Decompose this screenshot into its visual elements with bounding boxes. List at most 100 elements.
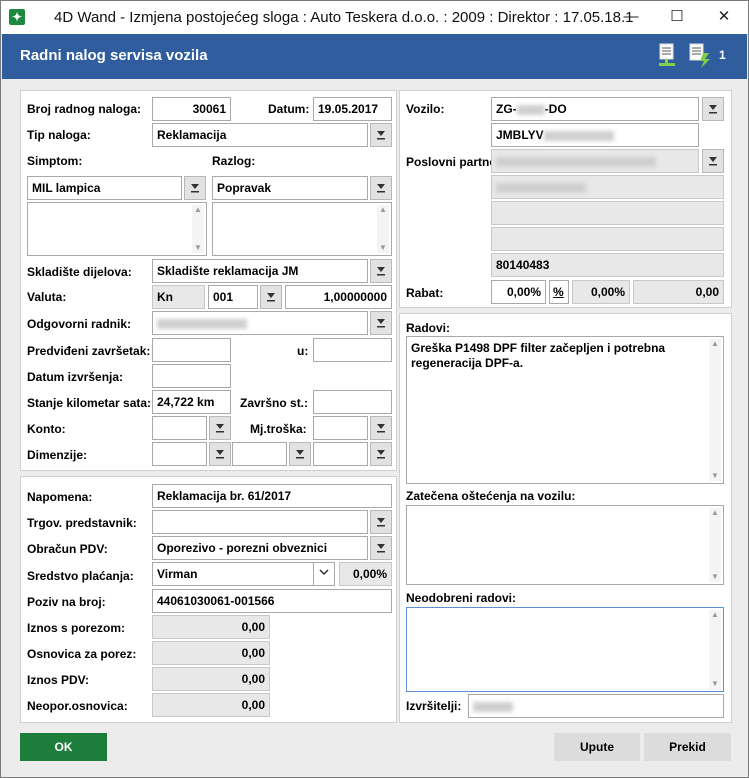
scrollbar[interactable]: ▲ ▼ [709, 508, 721, 582]
document-flash-icon[interactable] [688, 43, 712, 69]
mjtroska-field[interactable] [313, 416, 368, 440]
ostecenja-textarea[interactable]: ▲ ▼ [406, 505, 724, 585]
radovi-text: Greška P1498 DPF filter začepljen i potr… [411, 341, 666, 370]
dimenzije1-dropdown-icon[interactable] [209, 442, 231, 466]
valuta-num-field[interactable]: 001 [208, 285, 258, 309]
valuta-dropdown-icon[interactable] [260, 285, 282, 309]
app-window: ✦ 4D Wand - Izmjena postojećeg sloga : A… [0, 0, 749, 778]
vin-prefix: JMBLYV [496, 128, 544, 142]
datum-field[interactable]: 19.05.2017 [313, 97, 392, 121]
rabat-pct-field[interactable]: 0,00% [491, 280, 546, 304]
datum-izvrsenja-label: Datum izvršenja: [27, 370, 124, 384]
iznos-label: Iznos s porezom: [27, 621, 126, 635]
konto-dropdown-icon[interactable] [209, 416, 231, 440]
maximize-button[interactable]: ☐ [654, 1, 700, 32]
left-payment-panel: Napomena: Reklamacija br. 61/2017 Trgov.… [20, 476, 397, 723]
u-field[interactable] [313, 338, 392, 362]
neopor-field: 0,00 [152, 693, 270, 717]
partner-line2-field [491, 201, 724, 225]
upute-button[interactable]: Upute [554, 733, 640, 761]
valuta-code-field: Kn [152, 285, 205, 309]
tip-label: Tip naloga: [27, 128, 91, 142]
izvrsitelji-field[interactable] [468, 694, 724, 718]
napomena-field[interactable]: Reklamacija br. 61/2017 [152, 484, 392, 508]
km-field[interactable]: 24,722 km [152, 390, 231, 414]
broj-label: Broj radnog naloga: [27, 102, 141, 116]
dimenzije3-dropdown-icon[interactable] [370, 442, 392, 466]
razlog-field[interactable]: Popravak [212, 176, 368, 200]
app-logo-icon: ✦ [9, 9, 25, 25]
osnovica-label: Osnovica za porez: [27, 647, 137, 661]
scrollbar[interactable]: ▲ ▼ [709, 610, 721, 689]
vin-field[interactable]: JMBLYV [491, 123, 699, 147]
vozilo-label: Vozilo: [406, 102, 445, 116]
konto-field[interactable] [152, 416, 207, 440]
skladiste-field[interactable]: Skladište reklamacija JM [152, 259, 368, 283]
sredstvo-select[interactable]: Virman [152, 562, 335, 586]
izvrsitelji-label: Izvršitelji: [406, 699, 462, 713]
vozilo-field[interactable]: ZG- -DO [491, 97, 699, 121]
prekid-button[interactable]: Prekid [644, 733, 731, 761]
zavrsno-label: Završno st.: [240, 396, 309, 410]
radnik-label: Odgovorni radnik: [27, 317, 132, 331]
rabat-pct2-field: 0,00% [572, 280, 630, 304]
radovi-label: Radovi: [406, 321, 451, 335]
obracun-field[interactable]: Oporezivo - porezni obveznici [152, 536, 368, 560]
zavrsno-field[interactable] [313, 390, 392, 414]
iznospdv-field: 0,00 [152, 667, 270, 691]
tip-dropdown-icon[interactable] [370, 123, 392, 147]
trgov-dropdown-icon[interactable] [370, 510, 392, 534]
osnovica-field: 0,00 [152, 641, 270, 665]
partner-line3-field [491, 227, 724, 251]
rabat-label: Rabat: [406, 286, 444, 300]
document-attach-icon[interactable] [657, 43, 677, 69]
minimize-button[interactable]: — [608, 1, 654, 32]
dimenzije2-dropdown-icon[interactable] [289, 442, 311, 466]
scrollbar[interactable]: ▲ ▼ [192, 205, 204, 253]
radovi-textarea[interactable]: Greška P1498 DPF filter začepljen i potr… [406, 336, 724, 484]
ostecenja-label: Zatečena oštećenja na vozilu: [406, 489, 576, 503]
form-header: Radni nalog servisa vozila 1 [2, 34, 747, 79]
dimenzije1-field[interactable] [152, 442, 207, 466]
sredstvo-label: Sredstvo plaćanja: [27, 569, 134, 583]
dimenzije3-field[interactable] [313, 442, 368, 466]
radnik-field[interactable] [152, 311, 368, 335]
dimenzije2-field[interactable] [232, 442, 287, 466]
close-button[interactable]: ✕ [701, 1, 747, 32]
razlog-notes[interactable]: ▲ ▼ [212, 202, 392, 256]
napomena-label: Napomena: [27, 490, 93, 504]
vehicle-panel: Vozilo: ZG- -DO JMBLYV Poslovni partner: … [399, 90, 732, 308]
broj-field[interactable]: 30061 [152, 97, 231, 121]
tip-field[interactable]: Reklamacija [152, 123, 368, 147]
trgov-field[interactable] [152, 510, 368, 534]
simptom-field[interactable]: MIL lampica [27, 176, 182, 200]
neodobreni-textarea[interactable]: ▲ ▼ [406, 607, 724, 692]
razlog-dropdown-icon[interactable] [370, 176, 392, 200]
simptom-dropdown-icon[interactable] [184, 176, 206, 200]
poziv-label: Poziv na broj: [27, 595, 106, 609]
scrollbar[interactable]: ▲ ▼ [377, 205, 389, 253]
scrollbar[interactable]: ▲ ▼ [709, 339, 721, 481]
obracun-label: Obračun PDV: [27, 542, 108, 556]
chevron-down-icon[interactable] [313, 562, 335, 586]
predvideni-field[interactable] [152, 338, 231, 362]
radnik-dropdown-icon[interactable] [370, 311, 392, 335]
rabat-pct-button[interactable]: % [549, 280, 569, 304]
partner-dropdown-icon[interactable] [702, 149, 724, 173]
form-title: Radni nalog servisa vozila [20, 47, 208, 64]
obracun-dropdown-icon[interactable] [370, 536, 392, 560]
simptom-notes[interactable]: ▲ ▼ [27, 202, 207, 256]
partner-address-field [491, 175, 724, 199]
valuta-rate-field[interactable]: 1,00000000 [285, 285, 392, 309]
left-main-panel: Broj radnog naloga: 30061 Datum: 19.05.2… [20, 90, 397, 471]
skladiste-dropdown-icon[interactable] [370, 259, 392, 283]
datum-izvrsenja-field[interactable] [152, 364, 231, 388]
vozilo-suffix: -DO [544, 102, 567, 116]
km-label: Stanje kilometar sata: [27, 396, 152, 410]
vozilo-dropdown-icon[interactable] [702, 97, 724, 121]
iznospdv-label: Iznos PDV: [27, 673, 90, 687]
ok-button[interactable]: OK [20, 733, 107, 761]
skladiste-label: Skladište dijelova: [27, 265, 132, 279]
poziv-field[interactable]: 44061030061-001566 [152, 589, 392, 613]
mjtroska-dropdown-icon[interactable] [370, 416, 392, 440]
